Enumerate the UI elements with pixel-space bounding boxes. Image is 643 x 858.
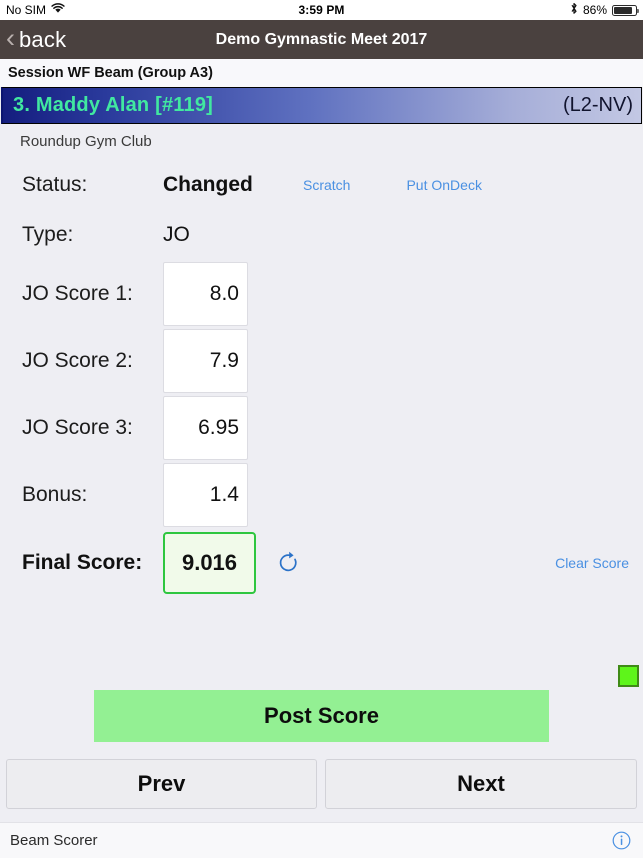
score-form: Status: Changed Scratch Put OnDeck Type:… <box>0 150 643 598</box>
navigation-bar: ‹ back Demo Gymnastic Meet 2017 <box>0 20 643 59</box>
chevron-left-icon: ‹ <box>6 22 15 53</box>
session-header-label: Session WF Beam (Group A3) <box>8 65 213 81</box>
status-bar-left: No SIM <box>6 3 298 17</box>
athlete-level: (L2-NV) <box>562 94 633 116</box>
type-value: JO <box>163 223 190 246</box>
back-button-label: back <box>19 26 67 52</box>
pager-controls: Prev Next <box>0 759 643 809</box>
next-button[interactable]: Next <box>325 759 637 809</box>
footer-title: Beam Scorer <box>10 832 98 849</box>
clock: 3:59 PM <box>298 3 345 17</box>
jo-score-1-label: JO Score 1: <box>22 281 133 305</box>
prev-button[interactable]: Prev <box>6 759 317 809</box>
refresh-icon[interactable] <box>278 551 300 575</box>
jo-score-1-row: JO Score 1: 8.0 <box>0 260 643 327</box>
status-label: Status: <box>22 173 88 196</box>
carrier-label: No SIM <box>6 3 47 17</box>
status-bar-right: 86% <box>345 2 639 18</box>
bonus-label: Bonus: <box>22 482 88 506</box>
battery-percent-label: 86% <box>582 3 607 17</box>
session-header: Session WF Beam (Group A3) <box>0 59 643 87</box>
status-bar: No SIM 3:59 PM 86% <box>0 0 643 20</box>
put-ondeck-link[interactable]: Put OnDeck <box>406 177 481 193</box>
bonus-row: Bonus: 1.4 <box>0 461 643 528</box>
athlete-banner[interactable]: 3. Maddy Alan [#119] (L2-NV) <box>1 87 642 124</box>
jo-score-1-input[interactable]: 8.0 <box>163 261 248 326</box>
post-score-container: Post Score <box>94 690 549 742</box>
back-button[interactable]: ‹ back <box>0 22 67 53</box>
bluetooth-icon <box>570 2 578 18</box>
clear-score-link[interactable]: Clear Score <box>555 555 629 571</box>
final-score-label: Final Score: <box>22 551 143 574</box>
athlete-name: 3. Maddy Alan [#119] <box>13 94 213 116</box>
status-value: Changed <box>163 173 253 196</box>
post-score-button[interactable]: Post Score <box>94 690 549 742</box>
jo-score-3-label: JO Score 3: <box>22 415 133 439</box>
jo-score-2-row: JO Score 2: 7.9 <box>0 327 643 394</box>
status-row: Status: Changed Scratch Put OnDeck <box>0 160 643 210</box>
bonus-input[interactable]: 1.4 <box>163 462 248 527</box>
jo-score-2-input[interactable]: 7.9 <box>163 328 248 393</box>
jo-score-2-label: JO Score 2: <box>22 348 133 372</box>
scratch-link[interactable]: Scratch <box>303 177 350 193</box>
final-score-input[interactable]: 9.016 <box>163 532 256 594</box>
wifi-icon <box>51 3 65 17</box>
type-label: Type: <box>22 223 74 246</box>
jo-score-3-row: JO Score 3: 6.95 <box>0 394 643 461</box>
footer-bar: Beam Scorer <box>0 822 643 858</box>
info-icon[interactable] <box>612 831 631 850</box>
battery-icon <box>612 4 639 16</box>
athlete-club: Roundup Gym Club <box>20 133 152 150</box>
page-title: Demo Gymnastic Meet 2017 <box>215 30 428 48</box>
final-score-row: Final Score: 9.016 Clear Score <box>0 528 643 598</box>
jo-score-3-input[interactable]: 6.95 <box>163 395 248 460</box>
connection-status-indicator[interactable] <box>618 665 639 687</box>
type-row: Type: JO <box>0 210 643 260</box>
